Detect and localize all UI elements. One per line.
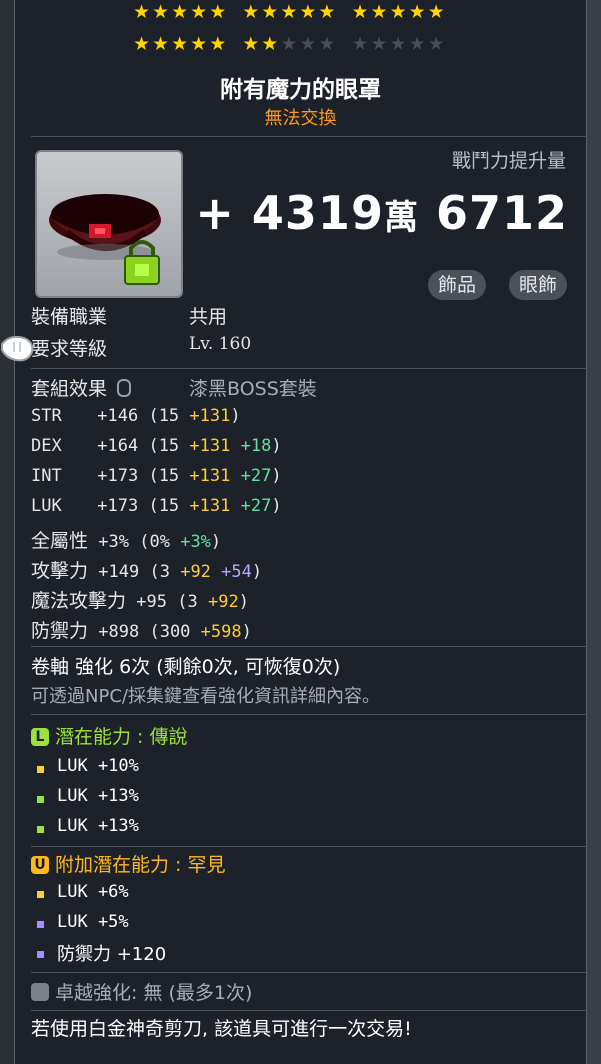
bullet-icon (37, 951, 44, 958)
stat-all: 全屬性 +3% (0% +3%) (31, 530, 222, 552)
bullet-icon (37, 921, 44, 928)
item-icon-frame (35, 150, 183, 298)
stat-str: STR +146 (15 +131) (31, 406, 241, 426)
mouse-icon (117, 379, 132, 397)
scroll-upgrade-info: 卷軸 強化 6次 (剩餘0次, 可恢復0次) (31, 656, 341, 678)
exceptional-icon (31, 983, 49, 1001)
potential-line-3: LUK +13% (57, 816, 139, 836)
additional-line-2: LUK +5% (57, 912, 129, 932)
stat-dex: DEX +164 (15 +131 +18) (31, 436, 282, 456)
level-label: 要求等級 (31, 338, 108, 360)
set-effect-label: 套組效果 (31, 374, 132, 401)
stat-attack: 攻擊力 +149 (3 +92 +54) (31, 560, 263, 582)
eye-patch-icon (49, 194, 161, 285)
star-force-row-1: ★ ★ ★ ★ ★ ★ ★ ★ ★ ★ ★ ★ ★ ★ ★ (133, 1, 445, 23)
divider (31, 1010, 587, 1011)
stat-defense: 防禦力 +898 (300 +598) (31, 620, 252, 642)
stat-magic-attack: 魔法攻擊力 +95 (3 +92) (31, 590, 249, 612)
item-tooltip: ★ ★ ★ ★ ★ ★ ★ ★ ★ ★ ★ ★ ★ ★ ★ ★ ★ ★ ★ ★ ★ ★ ★ ★ ★ ★ ★ ★ ★ ★ 附有魔力… (14, 0, 587, 1064)
level-value: Lv. 160 (189, 334, 252, 354)
bullet-icon (37, 826, 44, 833)
unique-badge-icon: U (31, 856, 49, 874)
star-force-row-2: ★ ★ ★ ★ ★ ★ ★ ★ ★ ★ ★ ★ ★ ★ ★ (133, 33, 445, 55)
tag-eye-accessory: 眼飾 (509, 270, 568, 300)
trade-scissors-notice: 若使用白金神奇剪刀, 該道具可進行一次交易! (31, 1018, 412, 1040)
stat-int: INT +173 (15 +131 +27) (31, 466, 282, 486)
legendary-badge-icon: L (31, 728, 49, 746)
divider (31, 368, 587, 369)
tag-accessory: 飾品 (428, 270, 487, 300)
divider (31, 846, 587, 847)
set-effect-value: 漆黑BOSS套裝 (189, 378, 317, 400)
additional-potential-header: U 附加潛在能力 : 罕見 (31, 850, 225, 877)
additional-line-1: LUK +6% (57, 882, 129, 902)
bullet-icon (37, 796, 44, 803)
background-strip (585, 0, 601, 1064)
combat-power-value: + 4319萬 6712 (195, 186, 568, 240)
divider (31, 714, 587, 715)
divider (31, 646, 587, 647)
divider (31, 136, 587, 137)
stat-luk: LUK +173 (15 +131 +27) (31, 496, 282, 516)
potential-line-1: LUK +10% (57, 756, 139, 776)
upgrade-hint: 可透過NPC/採集鍵查看強化資訊詳細內容。 (31, 686, 380, 707)
combat-power-label: 戰鬥力提升量 (451, 150, 566, 172)
additional-line-3: 防禦力 +120 (57, 944, 167, 965)
item-name: 附有魔力的眼罩 (220, 77, 381, 103)
glove-cursor-icon (0, 335, 34, 362)
potential-line-2: LUK +13% (57, 786, 139, 806)
job-value: 共用 (189, 306, 228, 328)
job-label: 裝備職業 (31, 306, 108, 328)
untradeable-label: 無法交換 (264, 108, 337, 129)
exceptional-enhancement: 卓越強化: 無 (最多1次) (31, 978, 252, 1005)
potential-header: L 潛在能力 : 傳說 (31, 722, 187, 749)
divider (31, 972, 587, 973)
bullet-icon (37, 766, 44, 773)
bullet-icon (37, 891, 44, 898)
